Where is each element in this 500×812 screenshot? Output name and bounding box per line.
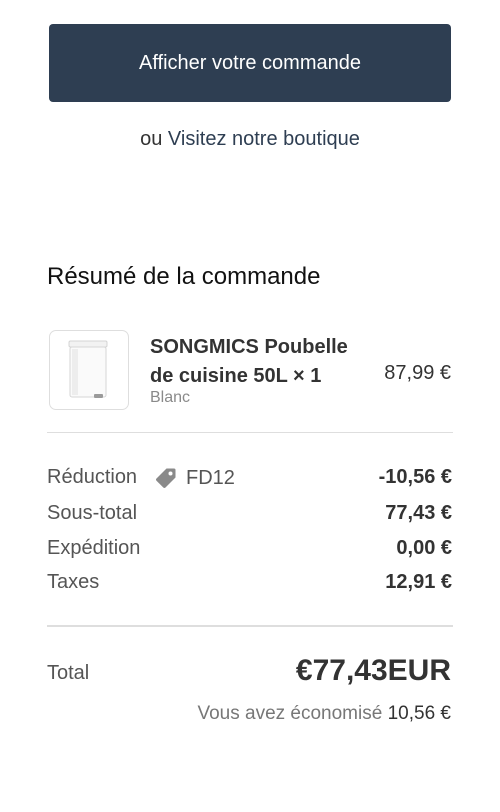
discount-row: Réduction FD12 -10,56 € <box>47 466 452 496</box>
savings-label: Vous avez économisé <box>197 703 383 724</box>
taxes-value: 12,91 € <box>385 571 452 593</box>
shipping-label: Expédition <box>47 537 141 559</box>
divider <box>47 432 453 433</box>
shipping-row: Expédition 0,00 € <box>47 537 452 567</box>
or-text: ou <box>140 128 163 150</box>
savings-line: Vous avez économisé 10,56 € <box>197 703 451 725</box>
taxes-label: Taxes <box>47 571 100 593</box>
product-price: 87,99 € <box>384 362 451 384</box>
discount-value: -10,56 € <box>378 466 452 488</box>
taxes-row: Taxes 12,91 € <box>47 571 452 601</box>
order-summary-title: Résumé de la commande <box>47 263 321 290</box>
shipping-value: 0,00 € <box>396 537 452 559</box>
trash-bin-image <box>68 340 108 398</box>
product-variant: Blanc <box>150 389 191 406</box>
continue-shopping-line: ou Visitez notre boutique <box>0 128 500 151</box>
discount-label: Réduction <box>47 466 138 488</box>
discount-code-badge: FD12 <box>154 466 235 490</box>
product-thumbnail <box>49 330 129 410</box>
divider <box>47 625 453 627</box>
total-value: €77,43EUR <box>295 654 451 687</box>
visit-store-link[interactable]: Visitez notre boutique <box>168 128 360 150</box>
savings-amount: 10,56 € <box>387 703 451 724</box>
discount-code: FD12 <box>186 466 235 489</box>
subtotal-label: Sous-total <box>47 502 138 524</box>
tag-icon <box>156 468 176 488</box>
subtotal-row: Sous-total 77,43 € <box>47 502 452 532</box>
product-name: SONGMICS Poubelle de cuisine 50L × 1 <box>150 336 348 387</box>
total-label: Total <box>47 662 90 684</box>
view-order-button[interactable]: Afficher votre commande <box>49 24 451 102</box>
order-confirmation-page: Afficher votre commande ou Visitez notre… <box>0 0 500 812</box>
subtotal-value: 77,43 € <box>385 502 452 524</box>
